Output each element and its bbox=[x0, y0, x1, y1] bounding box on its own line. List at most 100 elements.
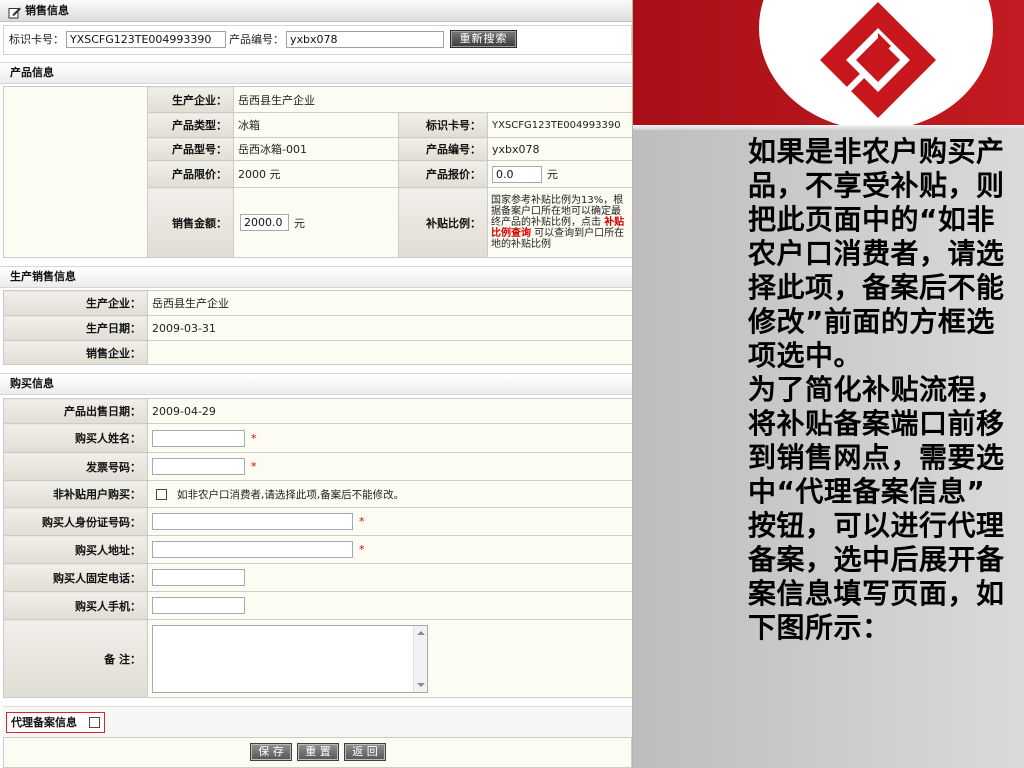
form-action-bar: 保 存 重 置 返 回 bbox=[3, 737, 632, 768]
type-label: 产品类型： bbox=[147, 112, 234, 138]
id-number-cell: * bbox=[147, 507, 632, 536]
search-card-input[interactable] bbox=[66, 31, 226, 48]
buyer-name-input[interactable] bbox=[152, 429, 245, 447]
text-line: 品，不享受补贴，则 bbox=[748, 169, 1005, 202]
address-input[interactable] bbox=[152, 541, 353, 558]
text-line: 案信息填写页面，如 bbox=[748, 577, 1005, 610]
text-line: 将补贴备案端口前移 bbox=[748, 407, 1005, 440]
phone-input[interactable] bbox=[152, 569, 245, 586]
text-line: 中“代理备案信息” bbox=[748, 475, 986, 508]
maker-value: 岳西县生产企业 bbox=[232, 86, 632, 113]
product-row-maker: 生产企业： 岳西县生产企业 bbox=[3, 86, 632, 258]
remarks-scrollbar[interactable] bbox=[413, 625, 427, 692]
table-row: 非补贴用户购买： 如非农户口消费者,请选择此项,备案后不能修改。 bbox=[3, 480, 632, 508]
agent-filing-highlight: 代理备案信息 bbox=[6, 712, 105, 733]
mobile-label: 购买人手机： bbox=[3, 591, 148, 620]
text-line: 项选中。 bbox=[748, 339, 863, 372]
text-line: 修改”前面的方框选 bbox=[748, 305, 995, 338]
production-sales-table: 生产企业： 岳西县生产企业 生产日期： 2009-03-31 销售企业： bbox=[3, 290, 632, 365]
edit-icon bbox=[8, 4, 22, 19]
address-label: 购买人地址： bbox=[3, 535, 148, 564]
agent-filing-checkbox[interactable] bbox=[89, 717, 100, 728]
scroll-up-arrow-icon[interactable] bbox=[417, 630, 425, 635]
scroll-down-arrow-icon[interactable] bbox=[417, 682, 425, 687]
remarks-textarea[interactable] bbox=[152, 624, 428, 693]
non-subsidy-hint: 如非农户口消费者,请选择此项,备案后不能修改。 bbox=[177, 488, 405, 501]
agent-filing-row: 代理备案信息 bbox=[3, 706, 632, 737]
quote-label: 产品报价： bbox=[398, 160, 488, 188]
card-value: YXSCFG123TE004993390 bbox=[486, 112, 632, 138]
purchase-info-table: 产品出售日期： 2009-04-29 购买人姓名： * 发票号码： * 非补贴用… bbox=[3, 398, 632, 698]
quote-unit: 元 bbox=[547, 168, 558, 181]
product-image-area bbox=[3, 86, 148, 258]
search-card-label: 标识卡号： bbox=[9, 33, 64, 46]
product-info-table: 生产企业： 岳西县生产企业 产品类型： 冰箱 标识卡号： YXSCFG123TE… bbox=[3, 86, 632, 258]
text-line: 把此页面中的“如非 bbox=[748, 203, 995, 236]
subsidy-note: 国家参考补贴比例为13%，根据备案户口所在地可以确定最终产品的补贴比例，点击 补… bbox=[486, 187, 632, 258]
save-button[interactable]: 保 存 bbox=[250, 743, 292, 761]
search-code-input[interactable] bbox=[286, 31, 444, 48]
table-row: 产品出售日期： 2009-04-29 bbox=[3, 398, 632, 424]
card-label: 标识卡号： bbox=[398, 112, 488, 138]
back-button[interactable]: 返 回 bbox=[344, 743, 386, 761]
non-subsidy-cell: 如非农户口消费者,请选择此项,备案后不能修改。 bbox=[147, 480, 632, 508]
re-search-button[interactable]: 重新搜索 bbox=[450, 30, 517, 48]
id-number-input[interactable] bbox=[152, 513, 353, 530]
model-value: 岳西冰箱-001 bbox=[233, 137, 399, 161]
phone-label: 购买人固定电话： bbox=[3, 563, 148, 592]
amount-input[interactable] bbox=[240, 214, 289, 231]
table-row: 购买人固定电话： bbox=[3, 563, 632, 592]
non-subsidy-label: 非补贴用户购买： bbox=[3, 480, 148, 508]
product-info-heading: 产品信息 bbox=[0, 62, 632, 84]
text-line: 到销售网点，需要选 bbox=[748, 441, 1005, 474]
id-number-label: 购买人身份证号码： bbox=[3, 507, 148, 536]
invoice-cell: * bbox=[147, 452, 632, 481]
reset-button[interactable]: 重 置 bbox=[297, 743, 339, 761]
table-row: 购买人姓名： * bbox=[3, 423, 632, 453]
sales-company-value bbox=[147, 340, 632, 365]
text-line: 为了简化补贴流程， bbox=[748, 373, 1005, 406]
production-date-label: 生产日期： bbox=[3, 315, 148, 341]
producer-value: 岳西县生产企业 bbox=[147, 290, 632, 316]
text-line: 下图所示： bbox=[748, 611, 891, 644]
address-cell: * bbox=[147, 535, 632, 564]
table-row: 购买人身份证号码： * bbox=[3, 507, 632, 536]
mobile-input[interactable] bbox=[152, 597, 245, 614]
band-separator bbox=[633, 125, 1024, 130]
table-row: 购买人地址： * bbox=[3, 535, 632, 564]
search-bar: 标识卡号： 产品编号： 重新搜索 bbox=[3, 25, 632, 55]
text-line: 择此项，备案后不能 bbox=[748, 271, 1005, 304]
remarks-label: 备 注： bbox=[3, 619, 148, 698]
limit-value: 2000 元 bbox=[233, 160, 399, 188]
purchase-info-heading: 购买信息 bbox=[0, 373, 632, 395]
quote-input[interactable] bbox=[492, 165, 542, 183]
type-value: 冰箱 bbox=[233, 112, 399, 138]
header-band bbox=[633, 0, 1024, 125]
required-mark: * bbox=[251, 431, 257, 445]
table-row: 购买人手机： bbox=[3, 591, 632, 620]
sales-company-label: 销售企业： bbox=[3, 340, 148, 365]
table-row: 生产日期： 2009-03-31 bbox=[3, 315, 632, 341]
amount-cell: 元 bbox=[233, 187, 399, 258]
phone-cell bbox=[147, 563, 632, 592]
required-mark: * bbox=[359, 515, 365, 528]
non-subsidy-checkbox[interactable] bbox=[156, 488, 167, 500]
code-value: yxbx078 bbox=[486, 137, 632, 161]
invoice-input[interactable] bbox=[152, 458, 245, 475]
slide-side-panel: 如果是非农户购买产 品，不享受补贴，则 把此页面中的“如非 农户口消费者，请选 … bbox=[633, 0, 1024, 768]
remarks-cell bbox=[147, 619, 632, 698]
code-label: 产品编号： bbox=[398, 137, 488, 161]
production-sales-heading: 生产销售信息 bbox=[0, 266, 632, 288]
text-line: 按钮，可以进行代理 bbox=[748, 509, 1005, 542]
table-row: 销售企业： bbox=[3, 340, 632, 365]
sale-date-value: 2009-04-29 bbox=[147, 398, 632, 424]
required-mark: * bbox=[251, 460, 257, 473]
sale-date-label: 产品出售日期： bbox=[3, 398, 148, 424]
producer-label: 生产企业： bbox=[3, 290, 148, 316]
limit-label: 产品限价： bbox=[147, 160, 234, 188]
model-label: 产品型号： bbox=[147, 137, 234, 161]
production-date-value: 2009-03-31 bbox=[147, 315, 632, 341]
mobile-cell bbox=[147, 591, 632, 620]
maker-label: 生产企业： bbox=[147, 86, 234, 113]
table-row: 生产企业： 岳西县生产企业 bbox=[3, 290, 632, 316]
